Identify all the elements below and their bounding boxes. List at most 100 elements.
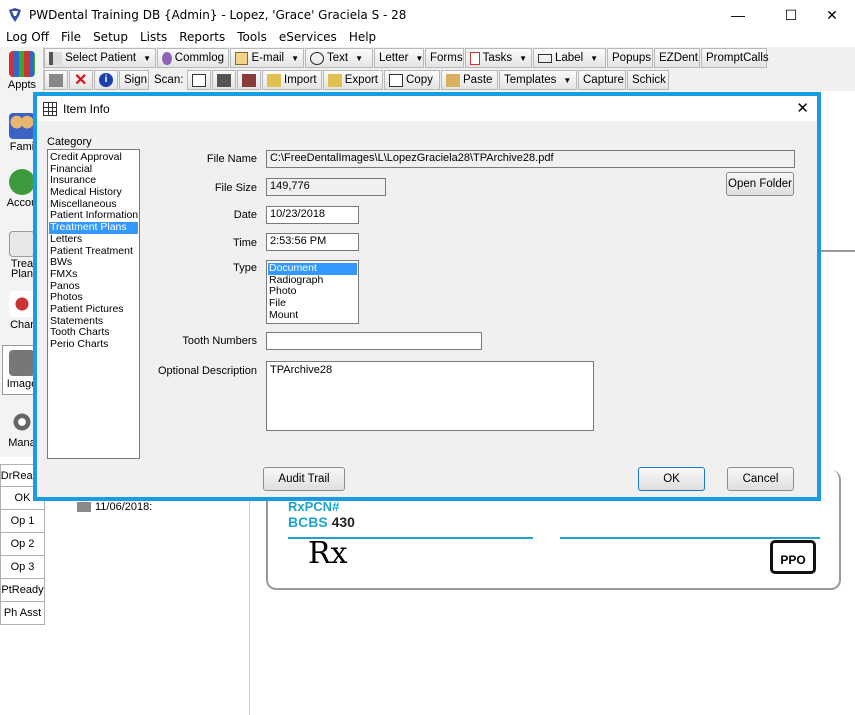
tooth-numbers-input[interactable]: [266, 332, 482, 350]
cancel-button[interactable]: Cancel: [727, 467, 794, 491]
templates-button[interactable]: Templates ▼: [499, 70, 577, 90]
label-icon: [538, 53, 552, 63]
scan-document-button[interactable]: [187, 70, 211, 90]
op-1[interactable]: Op 1: [0, 510, 45, 533]
close-button[interactable]: ✕: [809, 0, 855, 30]
minimize-button[interactable]: —: [715, 0, 761, 30]
scan-xray-button[interactable]: [212, 70, 236, 90]
open-folder-button[interactable]: Open Folder: [726, 172, 794, 196]
commlog-icon: [162, 51, 172, 65]
grid-icon: [43, 101, 57, 116]
print-button[interactable]: [44, 70, 68, 90]
description-textarea[interactable]: TPArchive28: [266, 361, 594, 431]
category-item[interactable]: Letters: [49, 233, 138, 246]
menu-tools[interactable]: Tools: [231, 28, 273, 46]
menu-reports[interactable]: Reports: [173, 28, 231, 46]
tree-document-item[interactable]: 11/06/2018:: [77, 501, 152, 513]
text-button[interactable]: Text ▼: [305, 48, 373, 68]
date-label: Date: [233, 209, 257, 221]
email-button[interactable]: E-mail ▼: [230, 48, 304, 68]
op-2[interactable]: Op 2: [0, 533, 45, 556]
manage-icon: [9, 409, 35, 435]
select-patient-button[interactable]: Select Patient ▼: [44, 48, 156, 68]
type-list[interactable]: Document Radiograph Photo File Mount: [266, 260, 359, 324]
chevron-down-icon[interactable]: ▼: [291, 54, 299, 63]
maximize-button[interactable]: ☐: [768, 0, 814, 30]
delete-button[interactable]: ✕: [69, 70, 93, 90]
chevron-down-icon[interactable]: ▼: [355, 54, 363, 63]
date-input[interactable]: 10/23/2018: [266, 206, 359, 224]
paste-button[interactable]: Paste: [441, 70, 498, 90]
menu-file[interactable]: File: [55, 28, 87, 46]
schick-button[interactable]: Schick: [627, 70, 669, 90]
chevron-down-icon[interactable]: ▼: [519, 54, 527, 63]
account-icon: [9, 169, 35, 195]
audit-trail-button[interactable]: Audit Trail: [263, 467, 345, 491]
dialog-title: Item Info: [63, 101, 110, 116]
main-toolbar: Select Patient ▼ Commlog E-mail ▼ Text ▼ Le…: [44, 47, 855, 69]
info-button[interactable]: i: [94, 70, 118, 90]
category-list[interactable]: Credit Approval Financial Insurance Medical…: [47, 149, 140, 459]
commlog-button[interactable]: Commlog: [157, 48, 229, 68]
family-icon: [9, 113, 35, 139]
label-button[interactable]: Label ▼: [533, 48, 606, 68]
op-3[interactable]: Op 3: [0, 556, 45, 579]
type-item[interactable]: File: [268, 297, 357, 310]
category-item[interactable]: Medical History: [49, 186, 138, 199]
import-button[interactable]: Import: [262, 70, 322, 90]
menu-eservices[interactable]: eServices: [273, 28, 343, 46]
op-ptready[interactable]: PtReady: [0, 579, 45, 602]
category-item[interactable]: FMXs: [49, 268, 138, 281]
file-name-field: C:\FreeDentalImages\L\LopezGraciela28\TP…: [266, 150, 795, 168]
popups-button[interactable]: Popups: [607, 48, 653, 68]
scan-photo-button[interactable]: [237, 70, 261, 90]
ezdent-button[interactable]: EZDent: [654, 48, 700, 68]
menu-help[interactable]: Help: [343, 28, 382, 46]
ok-button[interactable]: OK: [638, 467, 705, 491]
scan-label: Scan:: [154, 74, 184, 86]
category-item[interactable]: Patient Pictures: [49, 303, 138, 316]
category-item[interactable]: Perio Charts: [49, 338, 138, 351]
chevron-down-icon[interactable]: ▼: [563, 76, 571, 85]
card-bcbs-number: 430: [331, 514, 355, 530]
appointments-icon: [9, 51, 35, 77]
chevron-down-icon[interactable]: ▼: [415, 54, 423, 63]
imaging-icon: [9, 350, 35, 376]
tooth-app-icon: [7, 7, 23, 23]
type-item[interactable]: Mount: [268, 309, 357, 322]
category-label: Category: [47, 136, 92, 148]
op-ph-asst[interactable]: Ph Asst: [0, 602, 45, 625]
document-thumb-icon: [77, 502, 91, 512]
document-icon: [192, 73, 206, 87]
chevron-down-icon[interactable]: ▼: [590, 54, 598, 63]
promptcalls-button[interactable]: PromptCalls: [701, 48, 769, 68]
letter-button[interactable]: Letter ▼: [374, 48, 424, 68]
xray-icon: [217, 73, 231, 87]
paste-icon: [446, 73, 460, 87]
type-item[interactable]: Document: [268, 262, 357, 275]
menu-setup[interactable]: Setup: [87, 28, 134, 46]
menu-lists[interactable]: Lists: [134, 28, 173, 46]
chevron-down-icon[interactable]: ▼: [143, 54, 151, 63]
menu-log-off[interactable]: Log Off: [0, 28, 55, 46]
copy-button[interactable]: Copy: [384, 70, 440, 90]
export-button[interactable]: Export: [323, 70, 383, 90]
tasks-button[interactable]: Tasks ▼: [465, 48, 532, 68]
photo-icon: [242, 73, 256, 87]
time-input[interactable]: 2:53:56 PM: [266, 233, 359, 251]
delete-x-icon: ✕: [74, 72, 88, 89]
export-icon: [328, 73, 342, 87]
category-item[interactable]: Credit Approval: [49, 151, 138, 164]
forms-button[interactable]: Forms: [425, 48, 464, 68]
info-icon: i: [99, 73, 113, 87]
capture-button[interactable]: Capture: [578, 70, 626, 90]
time-label: Time: [232, 237, 257, 249]
sign-button[interactable]: Sign: [119, 70, 149, 90]
window-title-bar: PWDental Training DB {Admin} - Lopez, 'G…: [0, 0, 855, 30]
tasks-icon: [470, 51, 480, 65]
chart-icon: [9, 291, 35, 317]
item-info-dialog: Item Info ✕ Category Credit Approval Fina…: [33, 92, 821, 501]
description-label: Optional Description: [157, 365, 257, 377]
tooth-numbers-label: Tooth Numbers: [182, 335, 257, 347]
dialog-close-icon[interactable]: ✕: [796, 99, 809, 117]
